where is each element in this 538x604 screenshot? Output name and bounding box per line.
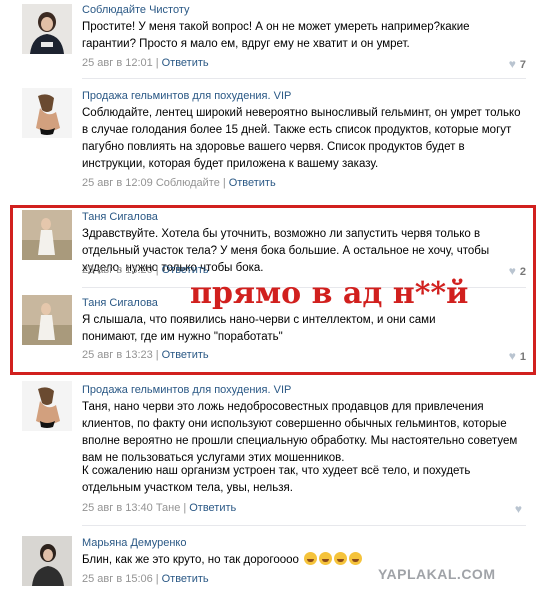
comment-meta: 25 авг в 13:40 Тане | Ответить — [82, 502, 237, 514]
comment-meta: 25 авг в 15:06 | Ответить — [82, 573, 209, 585]
avatar[interactable] — [22, 381, 72, 431]
reply-button[interactable]: Ответить — [162, 349, 209, 361]
watermark: YAPLAKAL.COM — [378, 566, 496, 582]
crying-emoji-icon — [349, 552, 363, 565]
comment-meta: 25 авг в 13:20 | Ответить — [82, 264, 209, 276]
crying-emoji-icon — [319, 552, 333, 565]
comment-text: Таня, нано черви это ложь недобросовестн… — [82, 401, 518, 464]
reply-button[interactable]: Ответить — [162, 57, 209, 69]
overlay-caption: прямо в ад н**й — [190, 276, 469, 311]
comment-text: Простите! У меня такой вопрос! А он не м… — [82, 21, 470, 50]
crying-emoji-icon — [334, 552, 348, 565]
comment-date[interactable]: 25 авг в 12:01 — [82, 57, 153, 69]
comment-text: Соблюдайте, лентец широкий невероятно вы… — [82, 107, 521, 170]
comment-author[interactable]: Соблюдайте Чистоту — [82, 4, 190, 16]
crying-emoji-icon — [304, 552, 318, 565]
like-count: 2 — [519, 266, 526, 278]
comment-author[interactable]: Таня Сигалова — [82, 297, 158, 309]
like-button[interactable]: ♥ 7 — [509, 57, 526, 71]
like-button[interactable]: ♥ 2 — [509, 264, 526, 278]
comment-author[interactable]: Продажа гельминтов для похудения. VIP — [82, 90, 291, 102]
divider — [82, 78, 526, 79]
heart-icon: ♥ — [514, 502, 522, 516]
comment-meta: 25 авг в 12:09 Соблюдайте | Ответить — [82, 177, 276, 189]
comment-date[interactable]: 25 авг в 15:06 — [82, 573, 153, 585]
like-button[interactable]: ♥ — [515, 502, 526, 516]
heart-icon: ♥ — [508, 57, 516, 71]
reply-to-link[interactable]: Тане — [156, 502, 181, 514]
heart-icon: ♥ — [508, 264, 516, 278]
comment-date[interactable]: 25 авг в 12:09 — [82, 177, 153, 189]
avatar[interactable] — [22, 536, 72, 586]
reply-button[interactable]: Ответить — [162, 264, 209, 276]
reply-button[interactable]: Ответить — [162, 573, 209, 585]
comment-text: Я слышала, что появились нано-черви с ин… — [82, 314, 436, 343]
comment-meta: 25 авг в 12:01 | Ответить — [82, 57, 209, 69]
comment-author[interactable]: Таня Сигалова — [82, 211, 158, 223]
comment-meta: 25 авг в 13:23 | Ответить — [82, 349, 209, 361]
reply-button[interactable]: Ответить — [189, 502, 236, 514]
comment-date[interactable]: 25 авг в 13:20 — [82, 264, 153, 276]
comment-author[interactable]: Продажа гельминтов для похудения. VIP — [82, 384, 291, 396]
divider — [82, 525, 526, 526]
comment-date[interactable]: 25 авг в 13:40 — [82, 502, 153, 514]
comment-author[interactable]: Марьяна Демуренко — [82, 537, 186, 549]
avatar[interactable] — [22, 210, 72, 260]
avatar[interactable] — [22, 4, 72, 54]
reply-to-link[interactable]: Соблюдайте — [156, 177, 220, 189]
avatar[interactable] — [22, 295, 72, 345]
reply-button[interactable]: Ответить — [229, 177, 276, 189]
comment-text: К сожалению наш организм устроен так, чт… — [82, 465, 471, 494]
like-button[interactable]: ♥ 1 — [509, 349, 526, 363]
like-count: 7 — [519, 59, 526, 71]
heart-icon: ♥ — [508, 349, 516, 363]
comment-date[interactable]: 25 авг в 13:23 — [82, 349, 153, 361]
avatar[interactable] — [22, 88, 72, 138]
comment-text-body: Блин, как же это круто, но так дорогоооо — [82, 554, 299, 566]
like-count: 1 — [519, 351, 526, 363]
